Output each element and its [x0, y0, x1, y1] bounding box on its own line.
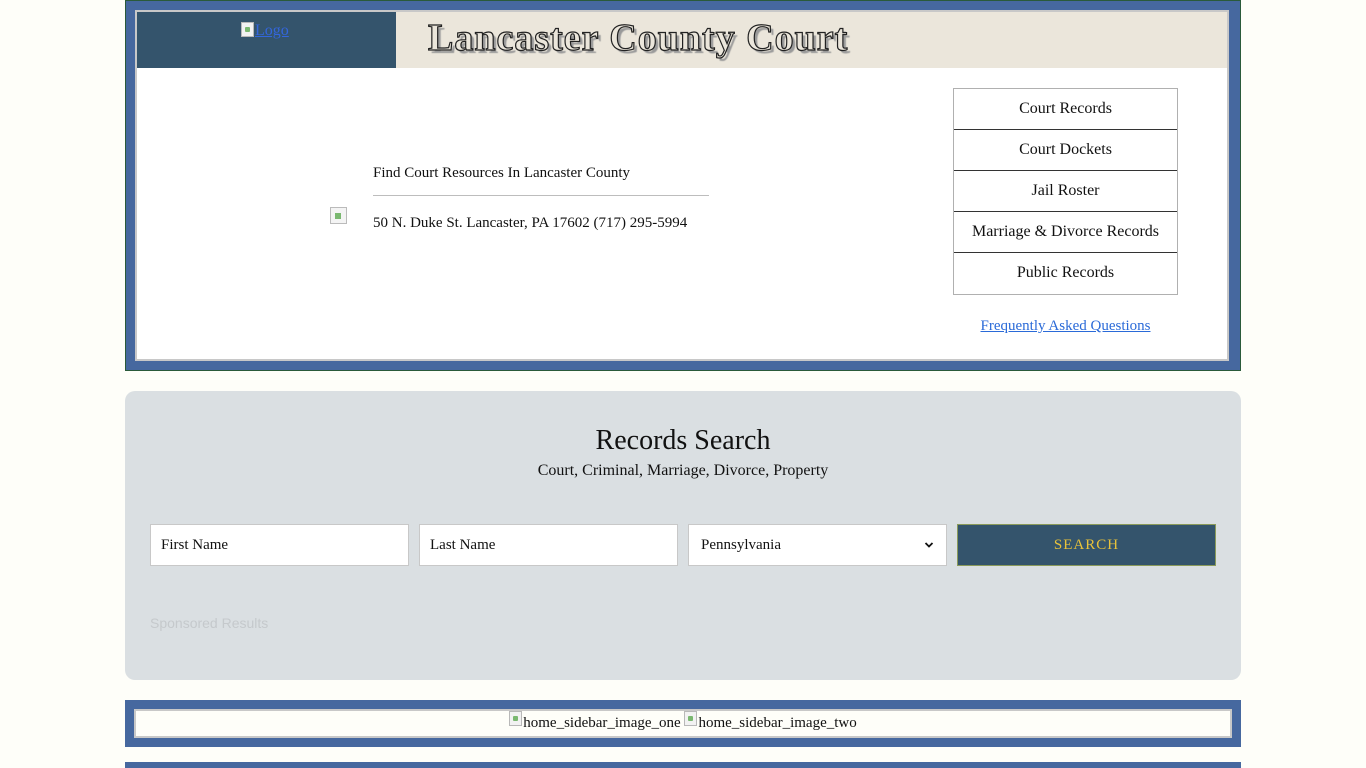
sidebar-images-panel: home_sidebar_image_one home_sidebar_imag… — [134, 709, 1232, 738]
intro-divider — [373, 195, 709, 196]
search-subtitle: Court, Criminal, Marriage, Divorce, Prop… — [537, 462, 829, 479]
first-name-input[interactable] — [150, 524, 409, 566]
nav-item-jail-roster[interactable]: Jail Roster — [954, 171, 1177, 212]
intro-block: Find Court Resources In Lancaster County… — [373, 163, 709, 233]
nav-item-court-records[interactable]: Court Records — [954, 89, 1177, 130]
header-frame: Logo Lancaster County Court Find Court R… — [125, 0, 1241, 371]
nav-item-court-dockets[interactable]: Court Dockets — [954, 130, 1177, 171]
broken-image-icon — [509, 711, 523, 726]
state-selected-value: Pennsylvania — [701, 536, 781, 553]
site-title: Lancaster County Court — [427, 16, 849, 59]
nav-item-public-records[interactable]: Public Records — [954, 253, 1177, 294]
sidebar-image-two-alt: home_sidebar_image_two — [698, 715, 857, 731]
chevron-down-icon — [924, 542, 934, 548]
sidebar-image-two: home_sidebar_image_two — [684, 711, 857, 736]
faq-link[interactable]: Frequently Asked Questions — [953, 318, 1178, 335]
broken-image-icon — [330, 207, 347, 224]
court-address: 50 N. Duke St. Lancaster, PA 17602 (717)… — [373, 215, 688, 231]
records-search-section: Records Search Court, Criminal, Marriage… — [125, 391, 1241, 680]
sidebar-images-frame: home_sidebar_image_one home_sidebar_imag… — [125, 700, 1241, 747]
sidebar-image-one-alt: home_sidebar_image_one — [523, 715, 681, 731]
sponsored-results-label: Sponsored Results — [150, 615, 269, 631]
broken-image-icon — [241, 22, 254, 37]
header-panel: Logo Lancaster County Court Find Court R… — [135, 10, 1229, 361]
footer-frame-edge — [125, 762, 1241, 768]
sidebar-image-one: home_sidebar_image_one — [509, 711, 681, 736]
last-name-input[interactable] — [419, 524, 678, 566]
state-select[interactable]: Pennsylvania — [688, 524, 947, 566]
search-button[interactable]: SEARCH — [957, 524, 1216, 566]
logo-cell: Logo — [137, 12, 396, 68]
logo-alt-text: Logo — [255, 22, 289, 39]
intro-tagline: Find Court Resources In Lancaster County — [373, 165, 631, 181]
records-nav-menu: Court Records Court Dockets Jail Roster … — [953, 88, 1178, 295]
search-title: Records Search — [595, 425, 771, 456]
broken-image-icon — [684, 711, 698, 726]
nav-item-marriage-divorce-records[interactable]: Marriage & Divorce Records — [954, 212, 1177, 253]
logo-link[interactable]: Logo — [241, 22, 289, 40]
title-banner: Lancaster County Court — [396, 12, 1227, 68]
